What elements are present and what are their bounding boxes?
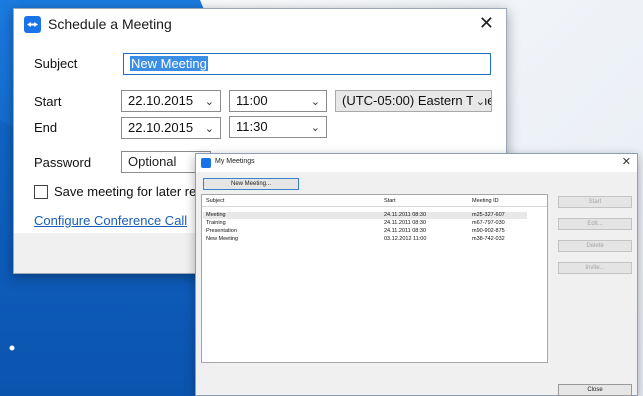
row-subject: Meeting (206, 212, 226, 218)
chevron-down-icon: ⌄ (472, 94, 485, 110)
row-start: 24.11.2011 08:30 (384, 228, 427, 234)
password-placeholder: Optional (128, 154, 177, 169)
row-meeting-id: m67-797-030 (472, 220, 505, 226)
start-time-value: 11:00 (236, 93, 268, 108)
chevron-down-icon: ⌄ (204, 123, 214, 135)
schedule-window-title: Schedule a Meeting (48, 16, 172, 32)
save-meeting-checkbox[interactable] (34, 185, 48, 199)
column-header-meeting-id[interactable]: Meeting ID (472, 198, 499, 204)
row-start: 24.11.2011 08:30 (384, 220, 427, 226)
teamviewer-icon (24, 16, 41, 33)
close-icon[interactable]: ✕ (479, 13, 494, 34)
save-meeting-label: Save meeting for later reuse (54, 184, 218, 199)
end-time-picker[interactable]: 11:30 ⌄ (229, 116, 327, 138)
row-start: 24.11.2011 08:30 (384, 212, 427, 218)
chevron-down-icon: ⌄ (310, 122, 320, 134)
my-meetings-titlebar: My Meetings ✕ (196, 154, 637, 172)
chevron-down-icon: ⌄ (204, 96, 214, 108)
start-label: Start (34, 94, 62, 109)
teamviewer-icon (201, 158, 211, 168)
invite-button[interactable]: Invite... (558, 262, 632, 274)
column-header-start[interactable]: Start (384, 198, 396, 204)
delete-meeting-button[interactable]: Delete (558, 240, 632, 252)
row-subject: Presentation (206, 228, 237, 234)
row-meeting-id: m90-902-875 (472, 228, 505, 234)
end-time-value: 11:30 (236, 119, 268, 134)
new-meeting-button[interactable]: New Meeting... (203, 178, 299, 190)
password-label: Password (34, 155, 92, 170)
timezone-select[interactable]: (UTC-05:00) Eastern Time ⌄ (335, 90, 492, 112)
subject-label: Subject (34, 56, 78, 71)
start-meeting-button[interactable]: Start (558, 196, 632, 208)
end-date-value: 22.10.2015 (128, 120, 194, 135)
row-meeting-id: m25-327-607 (472, 212, 505, 218)
meetings-table: Subject Start Meeting ID Meeting 24.11.2… (201, 194, 548, 363)
close-icon[interactable]: ✕ (622, 155, 631, 168)
end-label: End (34, 120, 58, 135)
close-button[interactable]: Close (558, 384, 632, 396)
start-date-value: 22.10.2015 (128, 93, 194, 108)
subject-input[interactable]: New Meeting (123, 53, 491, 75)
row-subject: Training (206, 220, 226, 226)
configure-conference-call-link[interactable]: Configure Conference Call (34, 213, 187, 228)
start-time-picker[interactable]: 11:00 ⌄ (229, 90, 327, 112)
column-header-subject[interactable]: Subject (206, 198, 224, 204)
my-meetings-title: My Meetings (215, 158, 255, 165)
start-date-picker[interactable]: 22.10.2015 ⌄ (121, 90, 221, 112)
chevron-down-icon: ⌄ (310, 96, 320, 108)
my-meetings-window: My Meetings ✕ New Meeting... Subject Sta… (195, 153, 638, 396)
row-subject: New Meeting (206, 236, 239, 242)
row-meeting-id: m38-742-032 (472, 236, 505, 242)
end-date-picker[interactable]: 22.10.2015 ⌄ (121, 117, 221, 139)
schedule-titlebar: Schedule a Meeting ✕ (14, 9, 506, 39)
timezone-value: (UTC-05:00) Eastern Time (342, 93, 492, 108)
edit-meeting-button[interactable]: Edit... (558, 218, 632, 230)
table-header: Subject Start Meeting ID (202, 195, 547, 207)
subject-input-value: New Meeting (130, 56, 208, 71)
row-start: 03.12.2012 11:00 (384, 236, 427, 242)
